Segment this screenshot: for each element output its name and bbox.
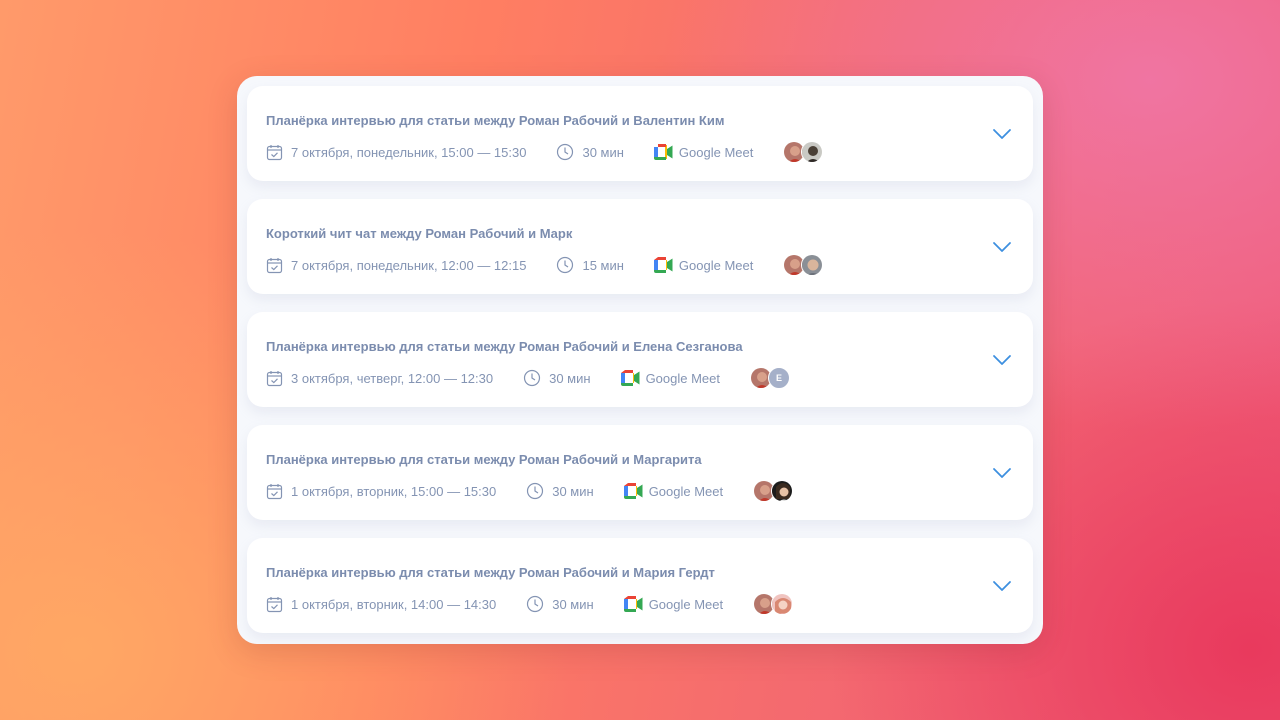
meeting-duration: 30 мин — [552, 596, 594, 612]
participants — [753, 480, 794, 502]
calendar-check-icon — [266, 370, 283, 387]
avatar — [771, 593, 794, 615]
clock-icon — [526, 595, 544, 613]
meeting-date: 7 октября, понедельник, 15:00 — 15:30 — [291, 144, 527, 160]
meeting-card[interactable]: Планёрка интервью для статьи между Роман… — [247, 86, 1033, 181]
avatar — [771, 480, 794, 502]
calendar-check-icon — [266, 144, 283, 161]
meeting-card[interactable]: Планёрка интервью для статьи между Роман… — [247, 312, 1033, 407]
meeting-date: 3 октября, четверг, 12:00 — 12:30 — [291, 370, 494, 386]
calendar-check-icon — [266, 596, 283, 613]
meeting-title: Планёрка интервью для статьи между Роман… — [266, 113, 725, 128]
participants — [783, 254, 824, 276]
meeting-duration: 15 мин — [582, 257, 624, 273]
meetings-panel: Планёрка интервью для статьи между Роман… — [237, 76, 1043, 644]
google-meet-icon — [620, 370, 640, 386]
clock-icon — [523, 369, 541, 387]
meeting-platform: Google Meet — [648, 483, 724, 499]
meeting-duration: 30 мин — [582, 144, 624, 160]
google-meet-icon — [653, 144, 673, 160]
meeting-date: 1 октября, вторник, 15:00 — 15:30 — [291, 483, 497, 499]
meeting-meta: 7 октября, понедельник, 12:00 — 12:15 15… — [266, 254, 824, 276]
meeting-meta: 1 октября, вторник, 15:00 — 15:30 30 мин… — [266, 480, 794, 502]
meeting-meta: 3 октября, четверг, 12:00 — 12:30 30 мин… — [266, 367, 790, 389]
chevron-down-icon[interactable] — [991, 352, 1013, 368]
meeting-title: Короткий чит чат между Роман Рабочий и М… — [266, 226, 573, 241]
participants — [783, 141, 824, 163]
participants: E — [750, 367, 790, 389]
clock-icon — [556, 256, 574, 274]
chevron-down-icon[interactable] — [991, 126, 1013, 142]
meeting-date: 1 октября, вторник, 14:00 — 14:30 — [291, 596, 497, 612]
participants — [753, 593, 794, 615]
meeting-date: 7 октября, понедельник, 12:00 — 12:15 — [291, 257, 527, 273]
avatar — [801, 254, 824, 276]
meeting-platform: Google Meet — [648, 596, 724, 612]
meeting-title: Планёрка интервью для статьи между Роман… — [266, 452, 702, 467]
google-meet-icon — [653, 257, 673, 273]
chevron-down-icon[interactable] — [991, 239, 1013, 255]
clock-icon — [556, 143, 574, 161]
avatar-initial: E — [768, 367, 790, 389]
meeting-card[interactable]: Планёрка интервью для статьи между Роман… — [247, 425, 1033, 520]
meeting-card[interactable]: Планёрка интервью для статьи между Роман… — [247, 538, 1033, 633]
meeting-platform: Google Meet — [678, 257, 754, 273]
avatar — [801, 141, 824, 163]
meeting-duration: 30 мин — [549, 370, 591, 386]
meeting-platform: Google Meet — [645, 370, 720, 386]
meeting-title: Планёрка интервью для статьи между Роман… — [266, 339, 743, 354]
calendar-check-icon — [266, 257, 283, 274]
clock-icon — [526, 482, 544, 500]
meeting-meta: 7 октября, понедельник, 15:00 — 15:30 30… — [266, 141, 824, 163]
chevron-down-icon[interactable] — [991, 578, 1013, 594]
meeting-title: Планёрка интервью для статьи между Роман… — [266, 565, 715, 580]
meeting-card[interactable]: Короткий чит чат между Роман Рабочий и М… — [247, 199, 1033, 294]
meeting-platform: Google Meet — [678, 144, 754, 160]
meeting-duration: 30 мин — [552, 483, 594, 499]
meeting-meta: 1 октября, вторник, 14:00 — 14:30 30 мин… — [266, 593, 794, 615]
calendar-check-icon — [266, 483, 283, 500]
google-meet-icon — [623, 483, 643, 499]
google-meet-icon — [623, 596, 643, 612]
chevron-down-icon[interactable] — [991, 465, 1013, 481]
